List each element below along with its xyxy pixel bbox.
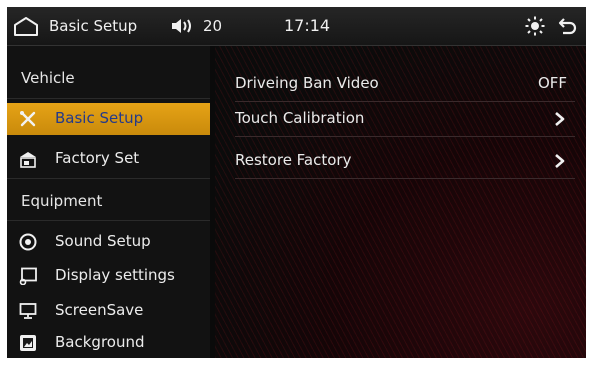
sidebar-item-factory-set[interactable]: Factory Set <box>7 143 210 175</box>
section-vehicle: Vehicle <box>7 63 210 95</box>
setting-driving-ban-video[interactable]: Driveing Ban Video OFF <box>235 67 575 102</box>
monitor-icon <box>19 302 37 320</box>
sidebar-item-sound-setup[interactable]: Sound Setup <box>7 226 210 258</box>
sidebar-item-label: Factory Set <box>55 149 140 167</box>
sidebar-item-label: Sound Setup <box>55 232 151 250</box>
sidebar-item-label: ScreenSave <box>55 301 144 319</box>
sidebar-item-label: Background <box>55 333 145 351</box>
volume-icon[interactable] <box>171 7 197 45</box>
status-bar: Basic Setup 20 17:14 <box>7 7 586 46</box>
section-label: Vehicle <box>21 69 75 87</box>
volume-level: 20 <box>203 17 223 35</box>
background-icon <box>19 334 37 352</box>
setting-restore-factory[interactable]: Restore Factory <box>235 144 575 179</box>
setting-label: Touch Calibration <box>235 109 365 127</box>
back-icon[interactable] <box>558 7 580 45</box>
section-equipment: Equipment <box>7 186 210 218</box>
sidebar-item-background[interactable]: Background <box>7 327 210 358</box>
home-icon[interactable] <box>13 7 39 45</box>
setting-label: Restore Factory <box>235 151 352 169</box>
sound-icon <box>19 233 37 251</box>
divider <box>7 220 210 221</box>
sidebar-item-label: Basic Setup <box>55 109 144 127</box>
clock-time: 17:14 <box>284 16 331 35</box>
setting-value-toggle[interactable]: OFF <box>538 74 567 92</box>
display-icon <box>19 267 37 286</box>
tools-icon <box>19 110 37 128</box>
settings-panel: Driveing Ban Video OFF Touch Calibration… <box>215 46 586 358</box>
brightness-icon[interactable] <box>525 7 547 45</box>
divider <box>7 178 210 179</box>
setting-touch-calibration[interactable]: Touch Calibration <box>235 102 575 137</box>
sidebar-item-basic-setup[interactable]: Basic Setup <box>7 103 210 135</box>
settings-sidebar: Vehicle Basic Setup Factory Set Equipmen… <box>7 46 210 358</box>
chevron-right-icon <box>553 111 567 127</box>
factory-icon <box>19 150 37 168</box>
sidebar-item-display-settings[interactable]: Display settings <box>7 260 210 292</box>
setting-label: Driveing Ban Video <box>235 74 379 92</box>
status-title: Basic Setup <box>49 17 138 35</box>
sidebar-item-screensave[interactable]: ScreenSave <box>7 295 210 327</box>
chevron-right-icon <box>553 153 567 169</box>
head-unit-screen: Basic Setup 20 17:14 Vehicle Basic Setup <box>7 7 586 358</box>
section-label: Equipment <box>21 192 103 210</box>
sidebar-item-label: Display settings <box>55 266 175 284</box>
divider <box>7 98 210 99</box>
